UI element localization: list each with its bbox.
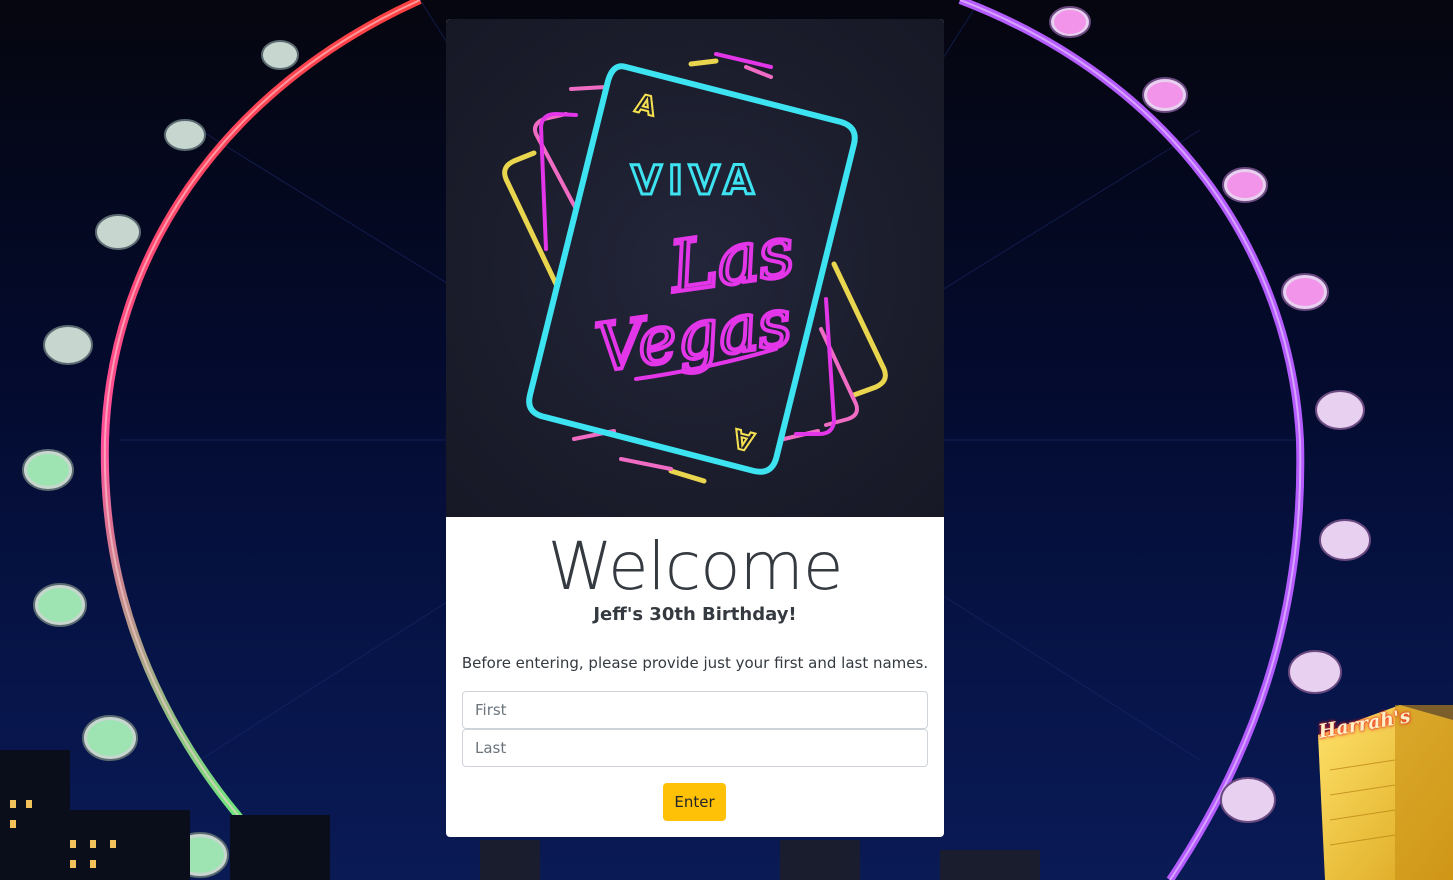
card-corner-top-letter: A bbox=[632, 89, 659, 123]
neon-playing-cards-icon: A A VIVA Las Vegas bbox=[502, 52, 888, 484]
card-corner-bottom-letter: A bbox=[731, 422, 758, 456]
viva-las-vegas-hero: A A VIVA Las Vegas bbox=[446, 19, 944, 517]
vegas-text: Vegas bbox=[591, 284, 796, 388]
event-subtitle: Jeff's 30th Birthday! bbox=[593, 604, 797, 625]
welcome-card: A A VIVA Las Vegas Welcome Jeff's 30th B… bbox=[446, 19, 944, 837]
first-name-input[interactable] bbox=[462, 691, 928, 729]
enter-button[interactable]: Enter bbox=[663, 783, 726, 821]
last-name-input[interactable] bbox=[462, 729, 928, 767]
welcome-heading: Welcome bbox=[547, 528, 844, 605]
entry-instructions: Before entering, please provide just you… bbox=[461, 654, 929, 672]
viva-text: VIVA bbox=[631, 158, 760, 204]
